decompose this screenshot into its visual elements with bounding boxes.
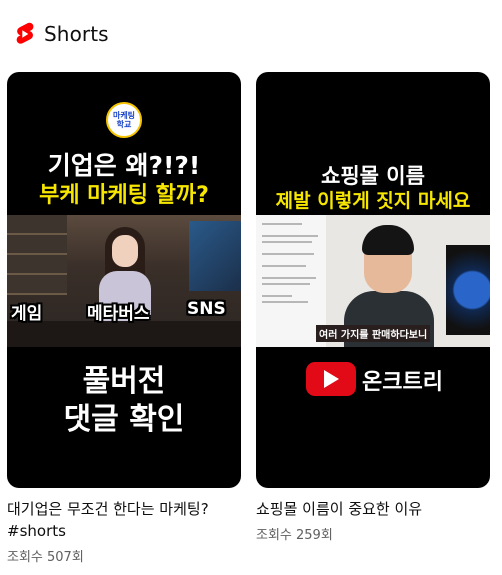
- short-title[interactable]: 대기업은 무조건 한다는 마케팅? #shorts: [7, 498, 241, 542]
- short-thumbnail[interactable]: 쇼핑몰 이름 제발 이렇게 짓지 마세요 여러 가지를 판매하다보니 온크트리: [256, 72, 490, 488]
- tag-game: 게임: [11, 304, 43, 324]
- short-card[interactable]: 쇼핑몰 이름 제발 이렇게 짓지 마세요 여러 가지를 판매하다보니 온크트리: [256, 72, 490, 543]
- channel-badge: 마케팅 학교: [106, 102, 142, 138]
- badge-text: 마케팅: [112, 111, 136, 120]
- tag-metaverse: 메타버스: [87, 304, 150, 324]
- thumbnail-photo: 여러 가지를 판매하다보니: [256, 215, 490, 347]
- short-title[interactable]: 쇼핑몰 이름이 중요한 이유: [256, 498, 490, 520]
- thumbnail-headline-highlight: 제발 이렇게 짓지 마세요: [275, 190, 471, 212]
- view-count: 조회수 259회: [256, 528, 333, 543]
- brand-name: 온크트리: [362, 370, 443, 395]
- youtube-shorts-icon: [16, 22, 34, 44]
- play-triangle-icon: [324, 370, 339, 388]
- video-caption: 여러 가지를 판매하다보니: [316, 325, 431, 342]
- badge-text: 학교: [116, 120, 132, 129]
- view-count: 조회수 507회: [7, 550, 84, 565]
- thumbnail-photo: 게임 메타버스 SNS: [7, 215, 241, 347]
- section-title: Shorts: [44, 22, 109, 46]
- short-thumbnail[interactable]: 마케팅 학교 기업은 왜?!?! 부케 마케팅 할까? 게임 메타버스 SNS …: [7, 72, 241, 488]
- thumbnail-bottom-text: 댓글 확인: [63, 402, 185, 437]
- tag-sns: SNS: [187, 299, 226, 319]
- thumbnail-headline-highlight: 부케 마케팅 할까?: [39, 183, 209, 208]
- shorts-header: Shorts: [14, 20, 109, 48]
- short-card[interactable]: 마케팅 학교 기업은 왜?!?! 부케 마케팅 할까? 게임 메타버스 SNS …: [7, 72, 241, 565]
